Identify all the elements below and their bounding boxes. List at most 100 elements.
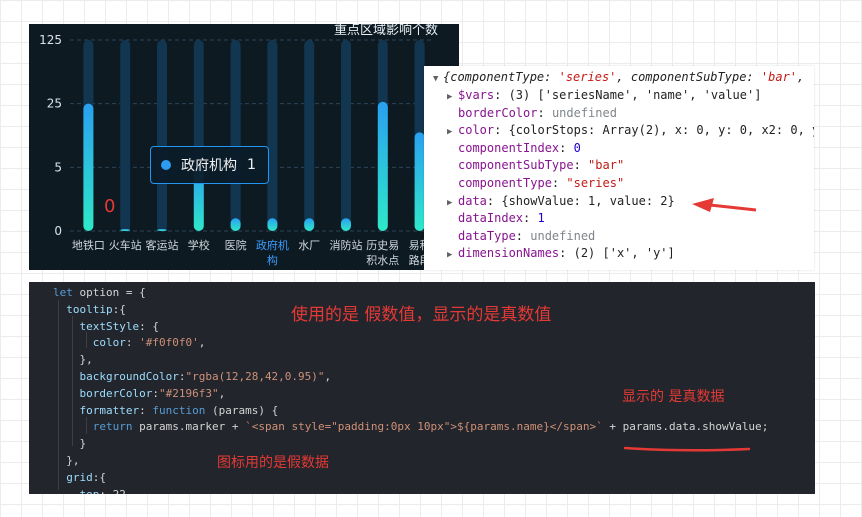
y-tick-label: 0	[54, 224, 62, 238]
colon: :	[537, 105, 552, 120]
inspector-row[interactable]: ▶ color: {colorStops: Array(2), x: 0, y: …	[447, 122, 814, 142]
x-tick-label: 客运站	[146, 238, 179, 252]
x-tick-label: 政府机	[256, 238, 289, 252]
colon: :	[494, 123, 509, 138]
property-value: "series"	[566, 176, 625, 190]
colon: :	[559, 246, 574, 261]
property-key: dimensionNames	[458, 246, 560, 261]
collapse-triangle-icon[interactable]: ▼	[433, 71, 443, 89]
x-tick-label: 地铁口	[72, 239, 105, 252]
expand-triangle-icon[interactable]: ▶	[447, 124, 458, 142]
bar	[377, 101, 388, 231]
header-value: 'bar'	[760, 70, 798, 84]
code-line[interactable]: textStyle: {	[53, 320, 159, 333]
code-editor[interactable]: let option = { tooltip:{ textStyle: { co…	[29, 282, 815, 494]
bar-background	[120, 40, 131, 231]
x-tick-label: 火车站	[109, 238, 142, 252]
expand-triangle-icon[interactable]: ▶	[447, 89, 458, 107]
tooltip-marker-icon	[161, 160, 171, 170]
property-key: borderColor	[458, 105, 538, 120]
code-line[interactable]: borderColor:"#2196f3",	[53, 387, 226, 400]
colon: :	[559, 140, 574, 155]
tooltip-name: 政府机构	[181, 158, 237, 174]
inspector-row[interactable]: ▶ $vars: (3) ['seriesName', 'name', 'valu…	[447, 87, 761, 107]
inspector-row[interactable]: borderColor: undefined	[458, 105, 617, 123]
property-value: 0	[573, 140, 581, 155]
code-line[interactable]: return params.marker + `<span style="pad…	[53, 420, 769, 433]
zero-annotation: 0	[104, 196, 116, 217]
inspector-row[interactable]: dataIndex: 1	[458, 210, 545, 228]
inspector-row[interactable]: ▶ dimensionNames: (2) ['x', 'y']	[447, 245, 675, 265]
x-tick-label: 医院	[225, 238, 247, 252]
annotation-chart-uses-fake: 图标用的是假数据	[217, 455, 329, 471]
tooltip-value: 1	[247, 157, 256, 173]
colon: :	[551, 176, 567, 190]
bar-chart-panel: 0 5 25 125 地铁口 火车站 客运站 学校 医院 政府机构水厂 消防站 历史易 积水点 易积 路段 …	[29, 24, 459, 270]
chart-tooltip: 政府机构 1	[150, 146, 269, 184]
inspector-row[interactable]: ▶ data: {showValue: 1, value: 2}	[447, 193, 675, 213]
colon: :	[573, 158, 589, 173]
code-line[interactable]: formatter: function (params) {	[53, 404, 279, 417]
inspector-row[interactable]: componentType: "series"	[458, 175, 624, 193]
property-key: dataType	[458, 228, 516, 243]
annotation-fake-vs-real: 使用的是 假数值，显示的是真数值	[291, 305, 552, 325]
y-tick-label: 125	[39, 33, 62, 47]
code-line[interactable]: color: '#f0f0f0',	[53, 336, 206, 349]
property-key: componentSubType	[458, 158, 574, 173]
property-value: "bar"	[588, 158, 625, 173]
property-value: {colorStops: Array(2), x: 0, y: 0, x2: 0…	[508, 123, 814, 138]
code-line[interactable]: },	[53, 353, 93, 366]
bar-background	[304, 40, 315, 231]
x-tick-label: 积水点	[366, 254, 399, 267]
inspector-header[interactable]: ▼ {componentType: 'series', componentSubT…	[433, 69, 804, 89]
devtools-object-inspector: ▼ {componentType: 'series', componentSubT…	[424, 66, 814, 270]
colon: :	[515, 228, 531, 243]
colon: :	[523, 211, 538, 226]
bar-background	[267, 40, 278, 231]
bar-background	[341, 40, 351, 231]
property-key: data	[458, 193, 487, 208]
property-key: componentType	[458, 176, 552, 190]
x-tick-label: 消防站	[330, 238, 363, 252]
red-arrow-icon	[692, 198, 757, 212]
code-line[interactable]: backgroundColor:"rgba(12,28,42,0.95)",	[53, 370, 332, 383]
property-key: componentIndex	[458, 140, 560, 155]
annotation-shows-real: 显示的 是真数据	[622, 389, 725, 405]
x-tick-label: 学校	[188, 238, 210, 252]
y-tick-label: 5	[54, 160, 62, 174]
bar	[157, 229, 167, 231]
property-value: {showValue: 1, value: 2}	[501, 193, 675, 208]
bar	[83, 103, 94, 231]
code-line[interactable]: let option = {	[53, 286, 146, 299]
code-line[interactable]: grid:{	[53, 471, 106, 484]
code-line[interactable]: top: 22	[53, 488, 126, 494]
bar	[230, 218, 241, 231]
property-value: (2) ['x', 'y']	[573, 246, 675, 261]
colon: :	[494, 88, 509, 102]
header-value: 'series'	[558, 70, 617, 84]
x-tick-label: 水厂	[298, 239, 320, 252]
header-text: {componentType:	[443, 70, 559, 84]
inspector-row[interactable]: dataType: undefined	[458, 228, 595, 246]
property-value: 1	[537, 211, 545, 226]
inspector-row[interactable]: componentSubType: "bar"	[458, 157, 624, 175]
property-key: dataIndex	[458, 211, 524, 226]
bar	[341, 218, 351, 231]
x-tick-label: 历史易	[366, 239, 399, 252]
code-line[interactable]: }	[53, 437, 87, 450]
property-key: $vars	[458, 88, 495, 102]
bar-background	[157, 40, 167, 231]
code-line[interactable]: tooltip:{	[53, 303, 126, 316]
inspector-row[interactable]: componentIndex: 0	[458, 140, 581, 158]
bar	[304, 218, 315, 231]
property-value: undefined	[551, 105, 617, 120]
header-text: , componentSubType:	[616, 70, 761, 84]
y-tick-label: 25	[47, 97, 62, 111]
colon: :	[486, 193, 502, 208]
x-tick-label: 构	[267, 253, 278, 267]
expand-triangle-icon[interactable]: ▶	[447, 195, 458, 213]
bar	[267, 218, 278, 231]
bar	[120, 229, 131, 231]
code-line[interactable]: },	[53, 454, 79, 467]
expand-triangle-icon[interactable]: ▶	[447, 247, 458, 265]
